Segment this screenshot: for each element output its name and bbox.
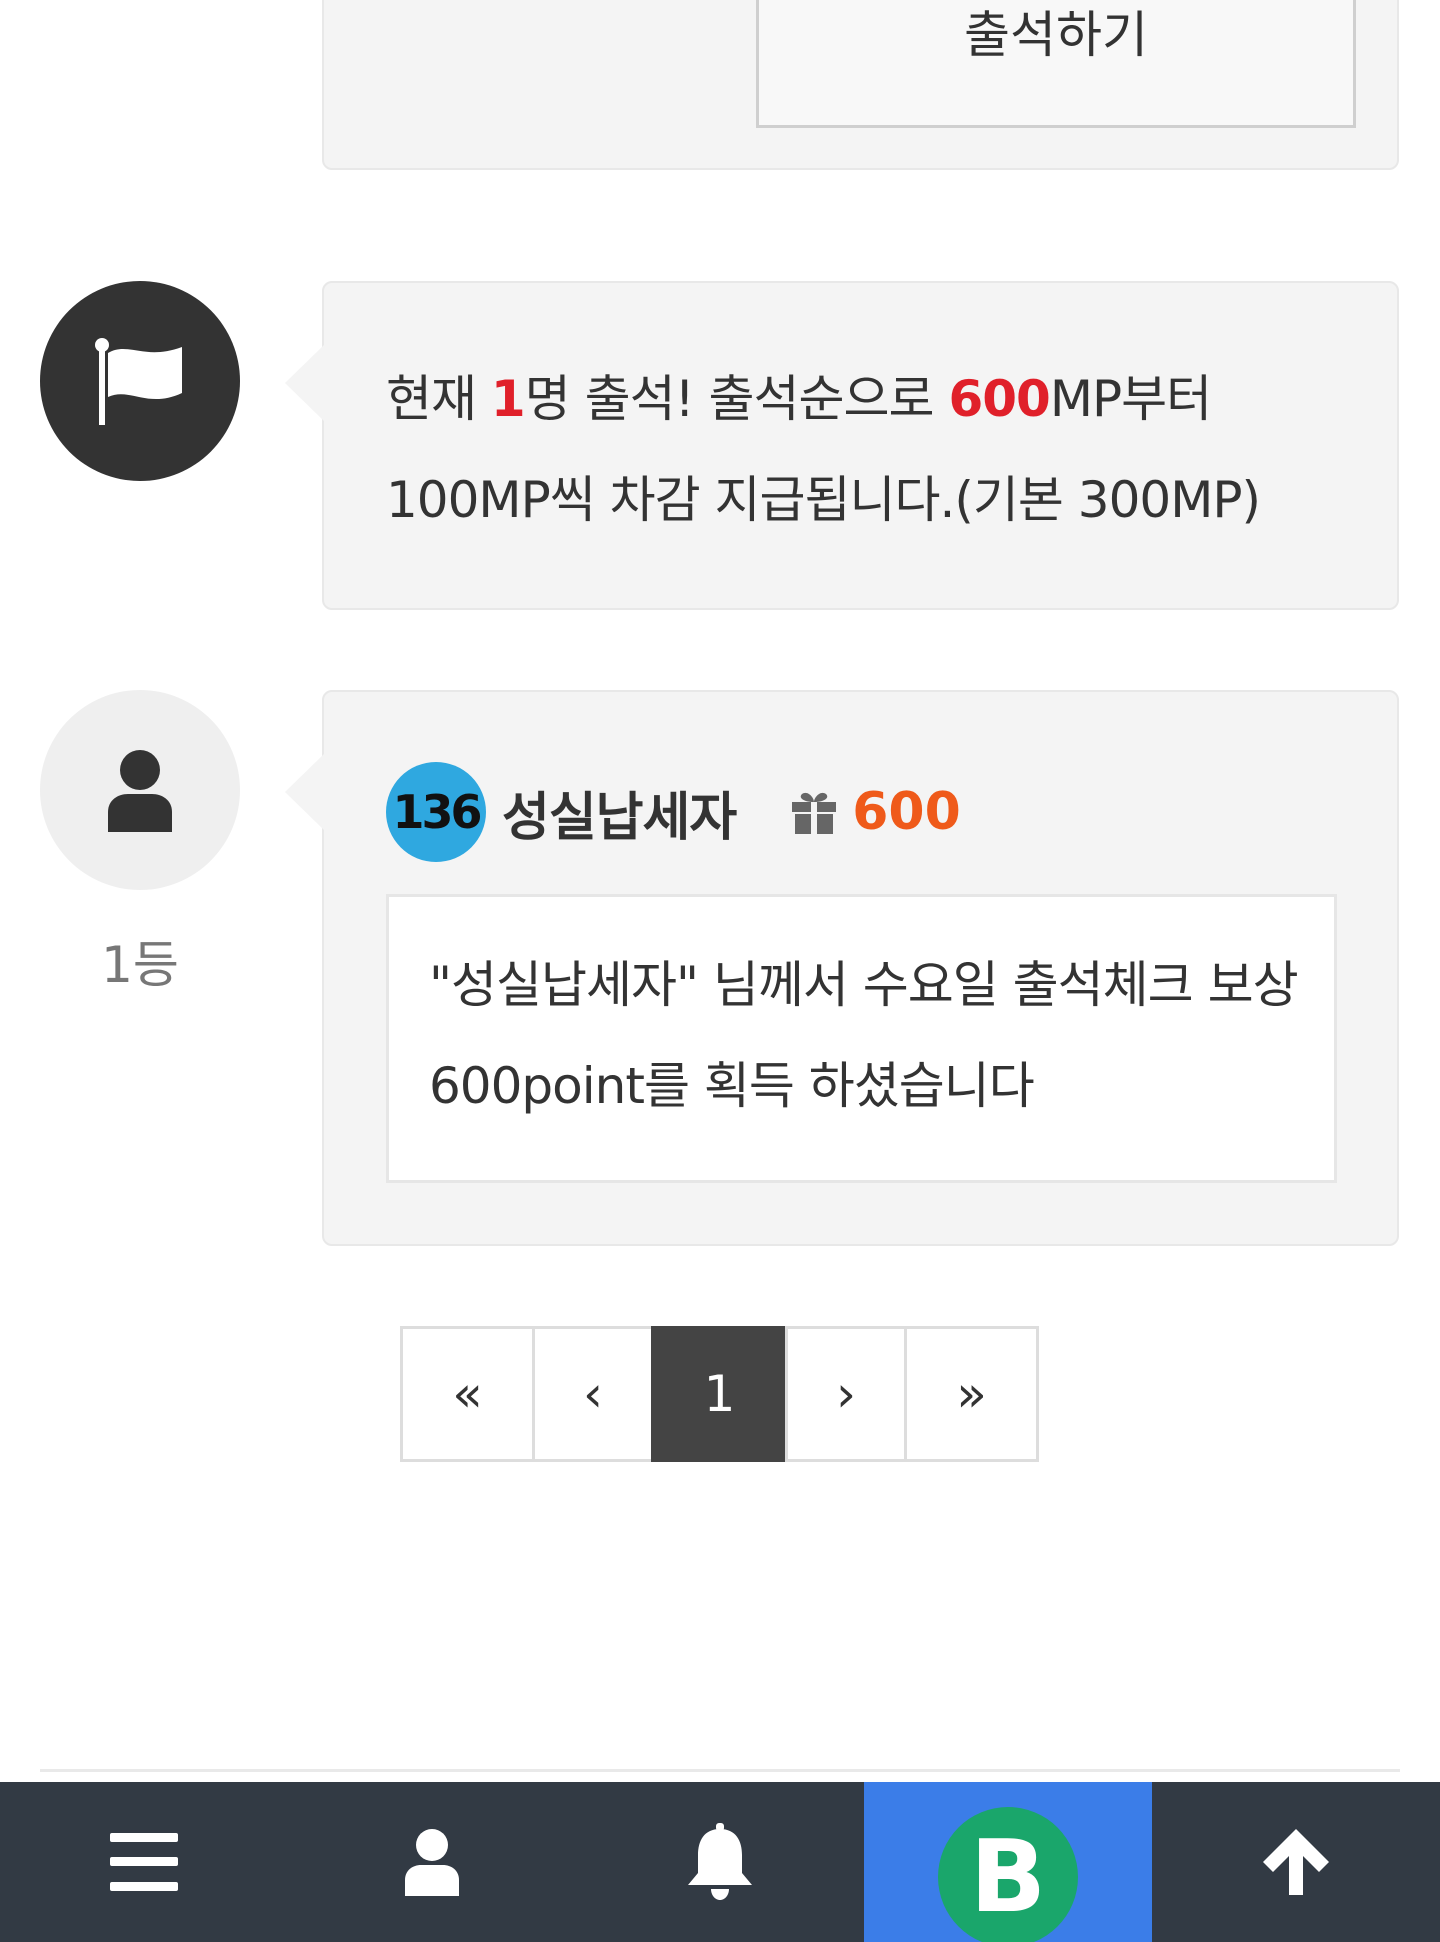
- page-first-button[interactable]: «: [400, 1326, 535, 1462]
- level-badge: 136: [386, 762, 486, 862]
- flag-avatar: [40, 281, 240, 481]
- nav-logo-button[interactable]: B: [864, 1782, 1152, 1942]
- attendance-notice: 현재 1명 출석! 출석순으로 600MP부터 100MP씩 차감 지급됩니다.…: [386, 349, 1366, 551]
- entry-header: 136 성실납세자 600: [386, 762, 961, 862]
- user-avatar: [40, 690, 240, 890]
- flag-icon: [95, 338, 182, 425]
- page-current-button[interactable]: 1: [651, 1326, 788, 1462]
- bell-icon: [688, 1823, 752, 1900]
- pagination: « ‹ 1 › »: [400, 1326, 1039, 1462]
- attendance-count: 1: [490, 370, 526, 428]
- checkin-card: 출석하기: [322, 0, 1399, 170]
- nav-scroll-top-button[interactable]: [1152, 1782, 1440, 1942]
- bottom-nav: B: [0, 1782, 1440, 1942]
- entry-message-box: "성실납세자" 님께서 수요일 출석체크 보상 600point를 획득 하셨습…: [386, 894, 1337, 1183]
- page-last-button[interactable]: »: [904, 1326, 1039, 1462]
- attendance-notice-card: 현재 1명 출석! 출석순으로 600MP부터 100MP씩 차감 지급됩니다.…: [285, 281, 1399, 610]
- notice-text-2: 명 출석! 출석순으로: [524, 370, 949, 428]
- notice-text-1: 현재: [386, 370, 491, 428]
- b-logo-icon: B: [938, 1807, 1078, 1942]
- nav-notifications-button[interactable]: [576, 1782, 864, 1942]
- user-icon: [405, 1829, 459, 1896]
- entry-points: 600: [852, 782, 961, 842]
- speech-arrow: [285, 345, 324, 421]
- nav-user-button[interactable]: [288, 1782, 576, 1942]
- footer-divider: [40, 1769, 1400, 1772]
- user-icon: [108, 750, 172, 832]
- page-next-button[interactable]: ›: [785, 1326, 907, 1462]
- rank-label: 1등: [101, 936, 179, 994]
- attendance-entry-card: 136 성실납세자 600 "성실납세자" 님께서 수요일 출석체크 보상 60…: [285, 690, 1399, 1246]
- b-logo-letter: B: [969, 1818, 1047, 1935]
- page-prev-button[interactable]: ‹: [532, 1326, 654, 1462]
- checkin-button-label: 출석하기: [964, 6, 1148, 64]
- entry-username[interactable]: 성실납세자: [502, 775, 737, 850]
- top-reward: 600: [948, 370, 1050, 428]
- menu-icon: [110, 1833, 178, 1891]
- entry-message: "성실납세자" 님께서 수요일 출석체크 보상 600point를 획득 하셨습…: [429, 956, 1299, 1115]
- checkin-button[interactable]: 출석하기: [756, 0, 1356, 128]
- arrow-up-icon: [1263, 1829, 1329, 1895]
- nav-menu-button[interactable]: [0, 1782, 288, 1942]
- speech-arrow: [285, 754, 324, 830]
- gift-icon: [790, 790, 838, 834]
